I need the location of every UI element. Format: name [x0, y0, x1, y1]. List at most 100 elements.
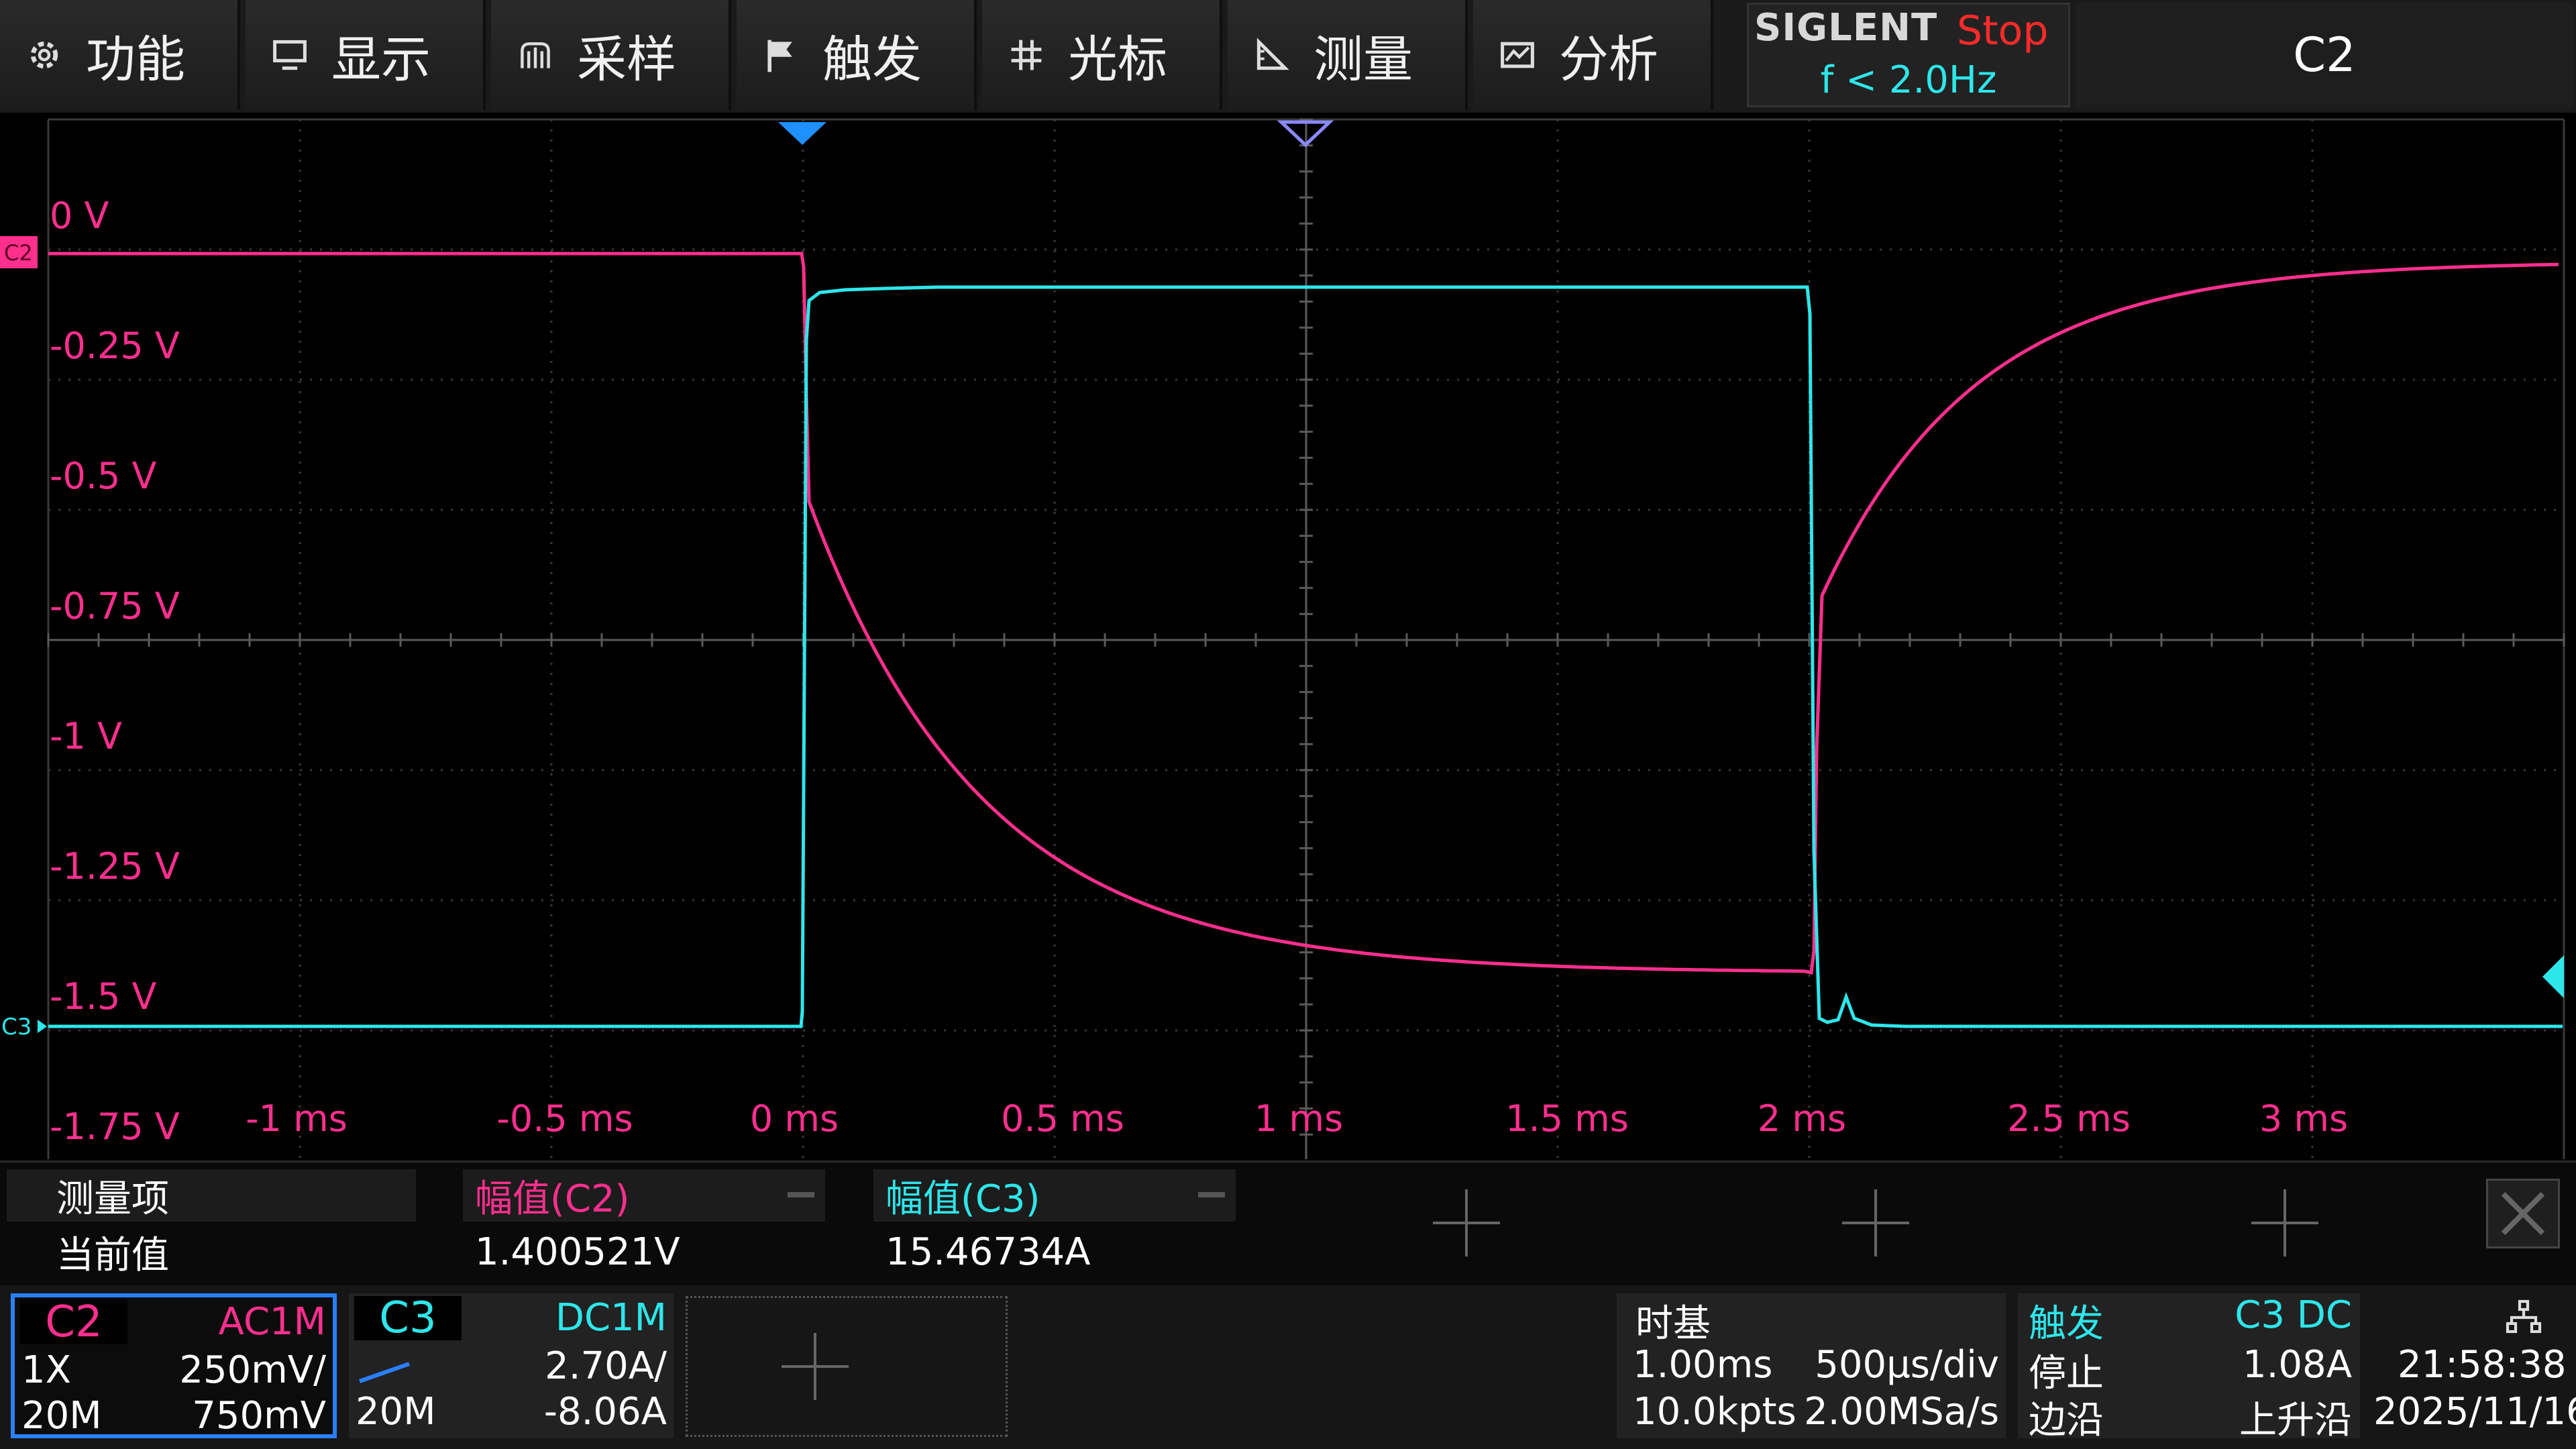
graticule-grid [47, 118, 2565, 1159]
clock-time: 21:58:38 [2398, 1343, 2567, 1387]
menu-acquire-label: 采样 [577, 30, 676, 89]
c2-offset: 750mV [192, 1394, 326, 1438]
sample-icon [517, 36, 554, 74]
add-measurement-button[interactable] [2251, 1189, 2318, 1256]
c3-coupling: DC1M [555, 1296, 667, 1340]
timebase-scale: 500μs/div [1815, 1343, 1999, 1387]
axis-labels: 0 V -0.25 V -0.5 V -0.75 V -1 V -1.25 V … [50, 195, 2348, 1148]
add-measurement-button[interactable] [1842, 1189, 1909, 1256]
trigger-position-marker[interactable] [778, 122, 826, 145]
run-state-label: Stop [1957, 7, 2049, 54]
volt-label: -1.25 V [50, 845, 180, 888]
trigger-frequency: f < 2.0Hz [1820, 58, 1997, 102]
time-label: 1.5 ms [1505, 1097, 1629, 1140]
waveform-display[interactable]: 0 V -0.25 V -0.5 V -0.75 V -1 V -1.25 V … [0, 113, 2576, 1159]
network-icon [2504, 1297, 2544, 1338]
measurement-2-name-text: 幅值(C3) [885, 1177, 1040, 1221]
c3-probe-icon [356, 1351, 416, 1383]
menu-analysis[interactable]: 分析 [1473, 0, 1713, 110]
menu-measure-label: 测量 [1313, 30, 1413, 89]
clock-date: 2025/11/16 [2373, 1390, 2576, 1434]
close-measurement-button[interactable] [2486, 1179, 2560, 1248]
clock-panel[interactable]: 21:58:38 2025/11/16 [2373, 1293, 2576, 1438]
volt-label: -1.75 V [50, 1106, 180, 1148]
time-label: 1 ms [1254, 1097, 1343, 1140]
add-channel-button[interactable] [686, 1296, 1008, 1437]
volt-label: -1.5 V [50, 975, 157, 1018]
plus-icon [782, 1333, 916, 1400]
menu-function-label: 功能 [86, 30, 185, 89]
menu-trigger-label: 触发 [822, 30, 922, 89]
monitor-icon [271, 36, 309, 74]
channel-c2-panel[interactable]: C2 AC1M 1X 250mV/ 20M 750mV [11, 1293, 337, 1438]
trigger-source: C3 DC [2235, 1293, 2352, 1337]
measurement-2-name: 幅值(C3) [873, 1169, 1236, 1222]
menu-display-label: 显示 [331, 30, 431, 89]
menu-cursor-label: 光标 [1068, 30, 1167, 89]
measurement-2-value: 15.46734A [885, 1230, 1091, 1274]
timebase-title: 时基 [1635, 1302, 1711, 1346]
ch3-ground-marker[interactable]: C3 [1, 1014, 47, 1040]
status-bar: C2 AC1M 1X 250mV/ 20M 750mV C3 DC1M 2.70A/… [0, 1285, 2576, 1449]
measurement-slot-1[interactable]: 幅值(C2) 1.400521V [463, 1169, 825, 1282]
trigger-type: 边沿 [2029, 1399, 2104, 1442]
c3-bandwidth: 20M [356, 1390, 436, 1434]
gear-icon [25, 36, 63, 74]
menu-display[interactable]: 显示 [246, 0, 486, 110]
menu-analysis-label: 分析 [1559, 30, 1658, 89]
timebase-delay: 1.00ms [1633, 1343, 1773, 1387]
c2-scale: 250mV/ [179, 1348, 326, 1392]
trigger-slope: 上升沿 [2239, 1399, 2352, 1442]
time-label: 3 ms [2259, 1097, 2348, 1140]
volt-label: -0.25 V [50, 325, 180, 367]
c2-coupling: AC1M [218, 1300, 326, 1344]
measurement-1-value: 1.400521V [475, 1230, 680, 1274]
measurement-bar: 测量项 当前值 幅值(C2) 1.400521V 幅值(C3) 15.46734… [0, 1161, 2576, 1287]
trigger-panel[interactable]: 触发 C3 DC 停止 1.08A 边沿 上升沿 [2018, 1293, 2360, 1442]
cursor-grid-icon [1008, 36, 1045, 74]
time-label: -1 ms [246, 1097, 347, 1140]
scope-graticule: 0 V -0.25 V -0.5 V -0.75 V -1 V -1.25 V … [0, 118, 2565, 1159]
time-label: 0.5 ms [1001, 1097, 1124, 1140]
active-channel-label: C2 [2293, 28, 2356, 83]
menu-function[interactable]: 功能 [0, 0, 240, 110]
add-measurement-button[interactable] [1433, 1189, 1500, 1256]
volt-label: 0 V [50, 195, 109, 237]
menu-measure[interactable]: 测量 [1228, 0, 1468, 110]
ch2-ground-marker[interactable]: C2 [0, 236, 38, 268]
c2-probe: 1X [21, 1348, 71, 1392]
c3-offset: -8.06A [543, 1390, 667, 1434]
remove-measurement-icon[interactable] [788, 1192, 814, 1197]
trigger-level-marker[interactable] [2542, 955, 2564, 998]
menu-cursor[interactable]: 光标 [982, 0, 1222, 110]
measurement-1-name-text: 幅值(C2) [475, 1177, 630, 1221]
menu-trigger[interactable]: 触发 [737, 0, 977, 110]
top-menu-bar: 功能 显示 采样 触发 光标 测量 分析 SIGLENT Stop f < 2.… [0, 0, 2576, 113]
current-value-label: 当前值 [56, 1233, 169, 1277]
c2-bandwidth: 20M [21, 1394, 102, 1438]
trigger-title: 触发 [2029, 1302, 2104, 1346]
menu-acquire[interactable]: 采样 [491, 0, 731, 110]
trigger-level: 1.08A [2243, 1343, 2352, 1387]
run-status-box[interactable]: SIGLENT Stop f < 2.0Hz [1747, 3, 2070, 107]
close-icon [2501, 1191, 2545, 1236]
flag-icon [762, 36, 800, 74]
time-label: 2.5 ms [2007, 1097, 2131, 1140]
analysis-icon [1499, 36, 1536, 74]
channel-c3-panel[interactable]: C3 DC1M 2.70A/ 20M -8.06A [349, 1293, 674, 1438]
volt-label: -1 V [50, 715, 122, 757]
ch2-marker-label: C2 [4, 240, 33, 266]
c3-scale: 2.70A/ [545, 1344, 667, 1388]
brand-logo: SIGLENT [1754, 6, 1938, 50]
time-label: -0.5 ms [496, 1097, 633, 1140]
measurement-slot-2[interactable]: 幅值(C3) 15.46734A [873, 1169, 1236, 1282]
active-channel-indicator[interactable]: C2 [2076, 3, 2573, 107]
time-label: 0 ms [750, 1097, 839, 1140]
measurement-1-name: 幅值(C2) [463, 1169, 825, 1222]
trigger-state: 停止 [2029, 1352, 2104, 1395]
current-value-header: 当前值 [7, 1226, 416, 1278]
remove-measurement-icon[interactable] [1198, 1192, 1225, 1197]
ch3-marker-label: C3 [1, 1014, 32, 1040]
timebase-panel[interactable]: 时基 1.00ms 500μs/div 10.0kpts 2.00MSa/s [1617, 1293, 2006, 1438]
volt-label: -0.75 V [50, 585, 180, 627]
